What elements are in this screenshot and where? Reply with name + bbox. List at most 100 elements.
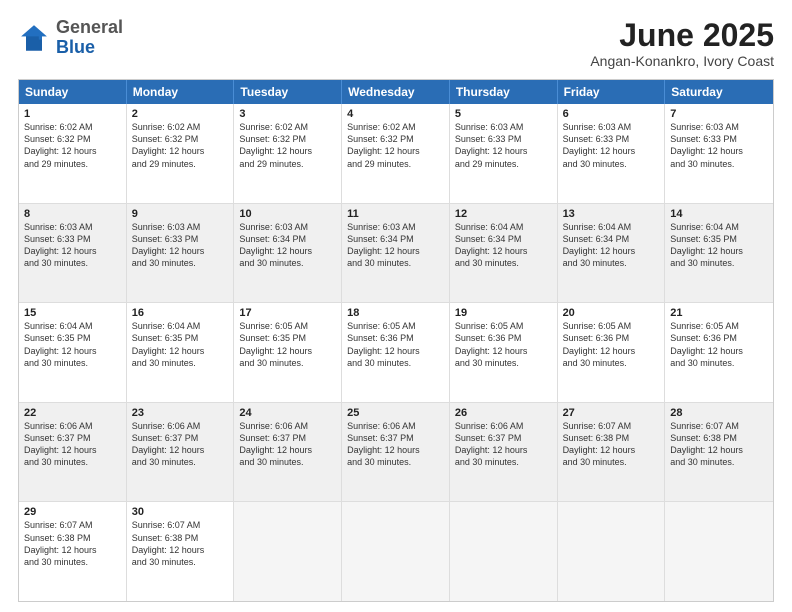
cell-30: 30 Sunrise: 6:07 AM Sunset: 6:38 PM Dayl…	[127, 502, 235, 601]
calendar-header-row: Sunday Monday Tuesday Wednesday Thursday…	[19, 80, 773, 104]
logo: General Blue	[18, 18, 123, 58]
header: General Blue June 2025 Angan-Konankro, I…	[18, 18, 774, 69]
cell-text: Sunrise: 6:03 AM Sunset: 6:34 PM Dayligh…	[239, 221, 336, 270]
day-num: 12	[455, 208, 552, 220]
cell-19: 19 Sunrise: 6:05 AM Sunset: 6:36 PM Dayl…	[450, 303, 558, 402]
cell-4: 4 Sunrise: 6:02 AM Sunset: 6:32 PM Dayli…	[342, 104, 450, 203]
cell-text: Sunrise: 6:02 AM Sunset: 6:32 PM Dayligh…	[24, 121, 121, 170]
cell-text: Sunrise: 6:05 AM Sunset: 6:36 PM Dayligh…	[347, 320, 444, 369]
cell-text: Sunrise: 6:04 AM Sunset: 6:35 PM Dayligh…	[670, 221, 768, 270]
day-num: 6	[563, 108, 660, 120]
cell-text: Sunrise: 6:07 AM Sunset: 6:38 PM Dayligh…	[24, 519, 121, 568]
cell-23: 23 Sunrise: 6:06 AM Sunset: 6:37 PM Dayl…	[127, 403, 235, 502]
cell-text: Sunrise: 6:03 AM Sunset: 6:33 PM Dayligh…	[132, 221, 229, 270]
cell-20: 20 Sunrise: 6:05 AM Sunset: 6:36 PM Dayl…	[558, 303, 666, 402]
cell-text: Sunrise: 6:05 AM Sunset: 6:36 PM Dayligh…	[670, 320, 768, 369]
cell-text: Sunrise: 6:02 AM Sunset: 6:32 PM Dayligh…	[132, 121, 229, 170]
minutes: and 29 minutes.	[24, 159, 88, 169]
cell-22: 22 Sunrise: 6:06 AM Sunset: 6:37 PM Dayl…	[19, 403, 127, 502]
day-num: 21	[670, 307, 768, 319]
header-wednesday: Wednesday	[342, 80, 450, 104]
header-monday: Monday	[127, 80, 235, 104]
cell-25: 25 Sunrise: 6:06 AM Sunset: 6:37 PM Dayl…	[342, 403, 450, 502]
cell-14: 14 Sunrise: 6:04 AM Sunset: 6:35 PM Dayl…	[665, 204, 773, 303]
sunrise: Sunrise: 6:02 AM	[24, 122, 93, 132]
cell-text: Sunrise: 6:07 AM Sunset: 6:38 PM Dayligh…	[563, 420, 660, 469]
cell-16: 16 Sunrise: 6:04 AM Sunset: 6:35 PM Dayl…	[127, 303, 235, 402]
day-num: 1	[24, 108, 121, 120]
cell-10: 10 Sunrise: 6:03 AM Sunset: 6:34 PM Dayl…	[234, 204, 342, 303]
cell-text: Sunrise: 6:03 AM Sunset: 6:33 PM Dayligh…	[563, 121, 660, 170]
calendar: Sunday Monday Tuesday Wednesday Thursday…	[18, 79, 774, 602]
cell-24: 24 Sunrise: 6:06 AM Sunset: 6:37 PM Dayl…	[234, 403, 342, 502]
cell-11: 11 Sunrise: 6:03 AM Sunset: 6:34 PM Dayl…	[342, 204, 450, 303]
cell-empty-4	[558, 502, 666, 601]
day-num: 18	[347, 307, 444, 319]
cell-29: 29 Sunrise: 6:07 AM Sunset: 6:38 PM Dayl…	[19, 502, 127, 601]
cell-text: Sunrise: 6:04 AM Sunset: 6:34 PM Dayligh…	[455, 221, 552, 270]
calendar-body: 1 Sunrise: 6:02 AM Sunset: 6:32 PM Dayli…	[19, 104, 773, 601]
cell-5: 5 Sunrise: 6:03 AM Sunset: 6:33 PM Dayli…	[450, 104, 558, 203]
day-num: 10	[239, 208, 336, 220]
cell-text: Sunrise: 6:03 AM Sunset: 6:34 PM Dayligh…	[347, 221, 444, 270]
day-num: 25	[347, 407, 444, 419]
day-num: 17	[239, 307, 336, 319]
logo-text: General Blue	[56, 18, 123, 58]
cell-17: 17 Sunrise: 6:05 AM Sunset: 6:35 PM Dayl…	[234, 303, 342, 402]
logo-icon	[18, 22, 50, 54]
cell-6: 6 Sunrise: 6:03 AM Sunset: 6:33 PM Dayli…	[558, 104, 666, 203]
header-thursday: Thursday	[450, 80, 558, 104]
cell-text: Sunrise: 6:05 AM Sunset: 6:36 PM Dayligh…	[563, 320, 660, 369]
calendar-subtitle: Angan-Konankro, Ivory Coast	[590, 53, 774, 69]
cell-empty-5	[665, 502, 773, 601]
cell-text: Sunrise: 6:06 AM Sunset: 6:37 PM Dayligh…	[24, 420, 121, 469]
day-num: 15	[24, 307, 121, 319]
cell-text: Sunrise: 6:04 AM Sunset: 6:35 PM Dayligh…	[24, 320, 121, 369]
day-num: 3	[239, 108, 336, 120]
day-num: 27	[563, 407, 660, 419]
day-num: 20	[563, 307, 660, 319]
logo-general: General	[56, 17, 123, 37]
header-tuesday: Tuesday	[234, 80, 342, 104]
cell-2: 2 Sunrise: 6:02 AM Sunset: 6:32 PM Dayli…	[127, 104, 235, 203]
day-num: 29	[24, 506, 121, 518]
week-row-5: 29 Sunrise: 6:07 AM Sunset: 6:38 PM Dayl…	[19, 501, 773, 601]
day-num: 30	[132, 506, 229, 518]
day-num: 8	[24, 208, 121, 220]
cell-text: Sunrise: 6:05 AM Sunset: 6:35 PM Dayligh…	[239, 320, 336, 369]
cell-text: Sunrise: 6:07 AM Sunset: 6:38 PM Dayligh…	[132, 519, 229, 568]
cell-text: Sunrise: 6:02 AM Sunset: 6:32 PM Dayligh…	[239, 121, 336, 170]
cell-1: 1 Sunrise: 6:02 AM Sunset: 6:32 PM Dayli…	[19, 104, 127, 203]
week-row-2: 8 Sunrise: 6:03 AM Sunset: 6:33 PM Dayli…	[19, 203, 773, 303]
day-num: 22	[24, 407, 121, 419]
cell-text: Sunrise: 6:05 AM Sunset: 6:36 PM Dayligh…	[455, 320, 552, 369]
day-num: 13	[563, 208, 660, 220]
day-num: 5	[455, 108, 552, 120]
cell-text: Sunrise: 6:02 AM Sunset: 6:32 PM Dayligh…	[347, 121, 444, 170]
cell-text: Sunrise: 6:04 AM Sunset: 6:34 PM Dayligh…	[563, 221, 660, 270]
cell-empty-3	[450, 502, 558, 601]
cell-28: 28 Sunrise: 6:07 AM Sunset: 6:38 PM Dayl…	[665, 403, 773, 502]
day-num: 9	[132, 208, 229, 220]
cell-27: 27 Sunrise: 6:07 AM Sunset: 6:38 PM Dayl…	[558, 403, 666, 502]
cell-text: Sunrise: 6:06 AM Sunset: 6:37 PM Dayligh…	[239, 420, 336, 469]
header-saturday: Saturday	[665, 80, 773, 104]
cell-text: Sunrise: 6:06 AM Sunset: 6:37 PM Dayligh…	[347, 420, 444, 469]
cell-text: Sunrise: 6:06 AM Sunset: 6:37 PM Dayligh…	[132, 420, 229, 469]
week-row-1: 1 Sunrise: 6:02 AM Sunset: 6:32 PM Dayli…	[19, 104, 773, 203]
cell-15: 15 Sunrise: 6:04 AM Sunset: 6:35 PM Dayl…	[19, 303, 127, 402]
day-num: 2	[132, 108, 229, 120]
calendar-title: June 2025	[590, 18, 774, 53]
day-num: 26	[455, 407, 552, 419]
cell-empty-2	[342, 502, 450, 601]
daylight: Daylight: 12 hours	[24, 146, 97, 156]
cell-text: Sunrise: 6:07 AM Sunset: 6:38 PM Dayligh…	[670, 420, 768, 469]
header-friday: Friday	[558, 80, 666, 104]
cell-12: 12 Sunrise: 6:04 AM Sunset: 6:34 PM Dayl…	[450, 204, 558, 303]
cell-7: 7 Sunrise: 6:03 AM Sunset: 6:33 PM Dayli…	[665, 104, 773, 203]
day-num: 16	[132, 307, 229, 319]
day-num: 4	[347, 108, 444, 120]
day-num: 14	[670, 208, 768, 220]
title-block: June 2025 Angan-Konankro, Ivory Coast	[590, 18, 774, 69]
week-row-4: 22 Sunrise: 6:06 AM Sunset: 6:37 PM Dayl…	[19, 402, 773, 502]
